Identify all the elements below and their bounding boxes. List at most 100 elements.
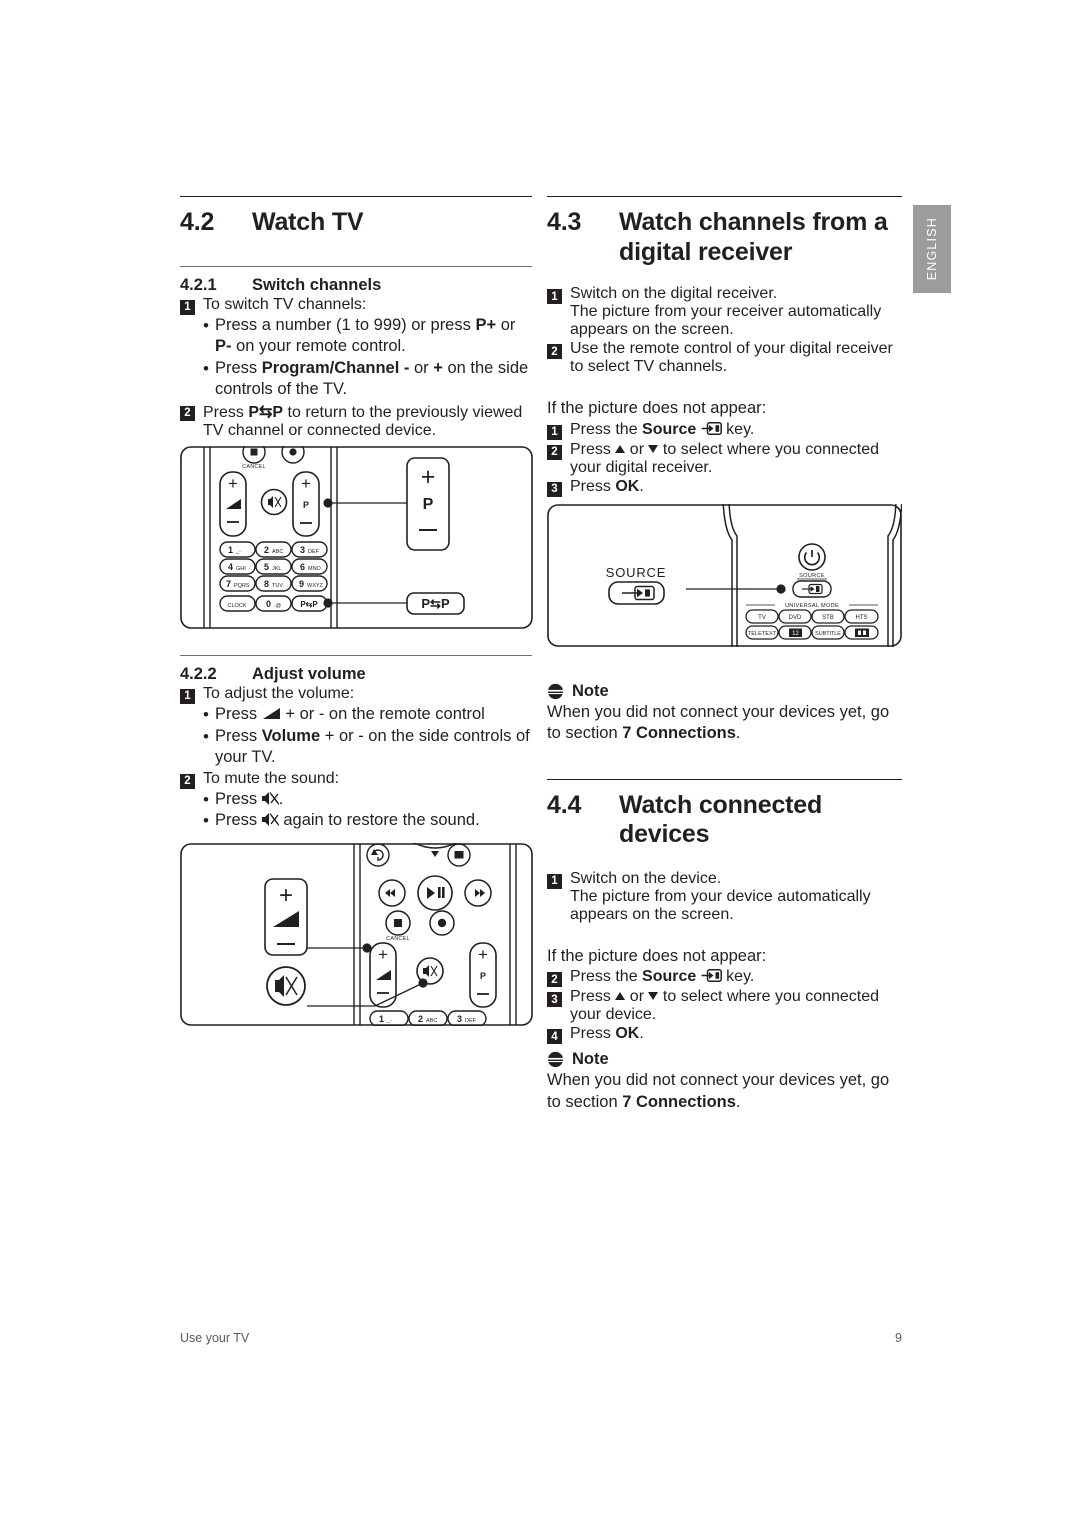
step-item: 1 To switch TV channels: xyxy=(180,296,532,315)
step-item: 1 Press the Source key. xyxy=(547,421,902,440)
step-item: 1 Switch on the device. The picture from… xyxy=(547,870,902,924)
svg-text:JKL: JKL xyxy=(272,566,281,572)
language-tab-label: ENGLISH xyxy=(925,217,939,281)
note-icon xyxy=(547,683,564,699)
source-icon xyxy=(622,585,655,601)
step-badge: 2 xyxy=(547,444,562,460)
svg-text:+: + xyxy=(421,463,436,491)
svg-text:+: + xyxy=(301,474,311,493)
remote-source-figure: SOURCE SOURCE UNIVERSAL MODE TV DVD STB … xyxy=(547,504,902,647)
section-4-3-title: Watch channels from a digital receiver xyxy=(619,208,902,267)
svg-text:6: 6 xyxy=(300,562,305,572)
svg-text:STB: STB xyxy=(822,615,834,621)
svg-text:2: 2 xyxy=(418,1014,423,1024)
list-item: • Press + or - on the remote control xyxy=(203,704,532,726)
svg-text:+: + xyxy=(228,474,238,493)
svg-text:TUV: TUV xyxy=(272,583,283,589)
subsection-4-2-1-title: Switch channels xyxy=(252,275,382,294)
footer-chapter-label: Use your TV xyxy=(180,1331,250,1345)
bullet-dot: • xyxy=(203,789,209,809)
step-text: Press OK. xyxy=(570,1025,644,1043)
pp-callout-label: P⇆P xyxy=(421,596,450,611)
triangle-up-icon xyxy=(615,444,626,453)
subsection-4-2-1-number: 4.2.1 xyxy=(180,275,217,294)
language-tab: ENGLISH xyxy=(913,205,951,293)
section-4-4-title: Watch connected devices xyxy=(619,790,823,849)
keypad-labels: 1 _- 2 ABC 3 DEF xyxy=(379,1014,477,1024)
section-4-4-number: 4.4 xyxy=(547,790,582,819)
subsection-4-2-2-number: 4.2.2 xyxy=(180,664,217,683)
step-text: To mute the sound: xyxy=(203,769,340,787)
step-text: Press the Source key. xyxy=(570,968,755,986)
step-text: To adjust the volume: xyxy=(203,684,355,702)
bullet-dot: • xyxy=(203,726,209,746)
source-small-label: SOURCE xyxy=(799,573,825,579)
step-text: Press the Source key. xyxy=(570,420,755,438)
fallback-intro: If the picture does not appear: xyxy=(547,399,767,417)
subsection-4-2-2-heading: 4.2.2 Adjust volume xyxy=(180,656,532,684)
list-item: • Press Volume + or - on the side contro… xyxy=(203,726,532,769)
section-4-2-number: 4.2 xyxy=(180,208,215,236)
note-title: Note xyxy=(572,1050,609,1069)
step-text: Press OK. xyxy=(570,477,644,495)
subsection-4-2-1-heading: 4.2.1 Switch channels xyxy=(180,267,532,295)
source-icon xyxy=(701,421,722,435)
step-text: Use the remote control of your digital r… xyxy=(570,340,893,375)
step-item: 2 Press the Source key. xyxy=(547,968,902,988)
note-heading: Note xyxy=(547,1050,902,1069)
section-4-4-heading: 4.4 Watch connected devices xyxy=(547,780,902,850)
svg-text:CLOCK: CLOCK xyxy=(228,603,247,609)
svg-text:DEF: DEF xyxy=(308,549,320,555)
format-icon xyxy=(855,628,869,637)
step-badge: 2 xyxy=(547,344,562,359)
step-item: 3 Press OK. xyxy=(547,478,902,497)
step-badge: 4 xyxy=(547,1029,562,1045)
step-item: 4 Press OK. xyxy=(547,1025,902,1045)
bullet-dot: • xyxy=(203,358,209,378)
section-4-3-title-line1: Watch channels from a xyxy=(619,208,888,236)
cancel-label: CANCEL xyxy=(386,936,410,942)
triangle-down-icon xyxy=(648,992,659,1001)
bullet-dot: • xyxy=(203,704,209,724)
bullet-list: • Press + or - on the remote control • P… xyxy=(203,704,532,769)
note-text: When you did not connect your devices ye… xyxy=(547,702,890,743)
svg-text:9: 9 xyxy=(299,579,304,589)
source-icon xyxy=(701,969,722,983)
step-badge: 1 xyxy=(180,688,195,704)
bullet-text: Press Program/Channel - or + on the side… xyxy=(215,358,529,399)
note-text: When you did not connect your devices ye… xyxy=(547,1071,890,1112)
bullet-text: Press + or - on the remote control xyxy=(215,704,485,723)
list-item: • Press Program/Channel - or + on the si… xyxy=(203,358,532,401)
svg-text:7: 7 xyxy=(226,579,231,589)
page-footer: Use your TV 9 xyxy=(180,1331,902,1345)
list-item: • Press . xyxy=(203,789,532,811)
list-item: • Press a number (1 to 999) or press P+ … xyxy=(203,315,532,358)
svg-text:3: 3 xyxy=(300,545,305,555)
mute-icon xyxy=(261,791,279,805)
svg-text:2: 2 xyxy=(264,545,269,555)
manual-page: ENGLISH 4.2 Watch TV 4.2.1 Switch channe… xyxy=(0,0,1080,1528)
note-icon xyxy=(547,1052,564,1068)
step-text: Switch on the device. The picture from y… xyxy=(570,869,871,923)
list-item: • Press again to restore the sound. xyxy=(203,810,532,832)
step-item: 2 Use the remote control of your digital… xyxy=(547,340,902,376)
teletext-label: TELETEXT xyxy=(748,631,777,637)
section-4-2-heading: 4.2 Watch TV xyxy=(180,197,532,238)
step-badge: 1 xyxy=(547,289,562,304)
footer-page-number: 9 xyxy=(895,1331,902,1345)
source-callout-label: SOURCE xyxy=(606,565,666,580)
section-4-3-number: 4.3 xyxy=(547,208,582,236)
step-item: 3 Press or to select where you connected… xyxy=(547,988,902,1024)
mute-icon xyxy=(261,813,279,827)
step-badge: 2 xyxy=(180,773,195,789)
step-badge: 2 xyxy=(180,405,195,421)
step-text: Press or to select where you connected y… xyxy=(570,988,880,1024)
step-item: 2 Press or to select where you connected… xyxy=(547,441,902,477)
bullet-dot: • xyxy=(203,811,209,831)
bullet-text: Press Volume + or - on the side controls… xyxy=(215,726,530,767)
note-heading: Note xyxy=(547,682,902,701)
section-4-3-title-line2: digital receiver xyxy=(619,237,793,266)
svg-text:.@: .@ xyxy=(274,603,282,609)
svg-text:+: + xyxy=(378,945,388,964)
cancel-label: CANCEL xyxy=(242,464,266,470)
